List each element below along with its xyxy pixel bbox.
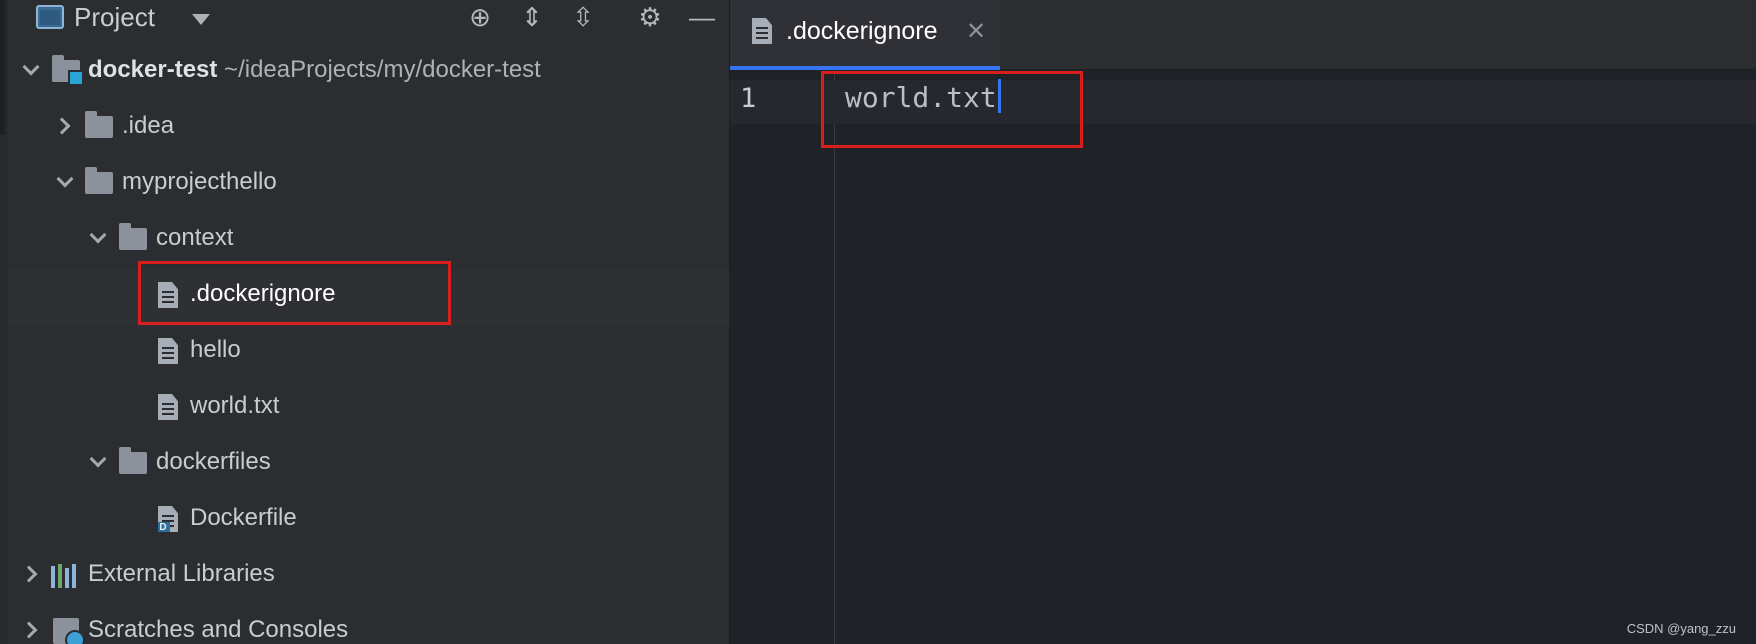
chevron-down-icon[interactable] [89, 450, 107, 468]
tree-label-world-txt: world.txt [190, 392, 280, 419]
tree-label-context: context [156, 224, 234, 251]
expand-all-icon[interactable]: ⇕ [517, 2, 547, 32]
tab-dockerignore[interactable]: .dockerignore ✕ [730, 0, 1000, 70]
folder-icon [119, 223, 147, 250]
tree-label-scratches: Scratches and Consoles [88, 616, 349, 643]
project-panel-title[interactable]: Project [74, 2, 155, 33]
annotation-box-editor [821, 71, 1083, 148]
module-folder-icon [52, 55, 84, 86]
chevron-down-icon[interactable] [56, 170, 74, 188]
hide-panel-icon[interactable]: — [687, 2, 717, 32]
folder-icon [85, 111, 113, 138]
tree-item-dockerfiles[interactable]: dockerfiles [8, 438, 729, 494]
tree-label-dockerfile: Dockerfile [190, 504, 297, 531]
tree-label-idea: .idea [122, 112, 175, 139]
chevron-down-icon[interactable] [22, 58, 40, 76]
tool-strip-marker [0, 0, 5, 135]
tree-item-docker-test[interactable]: docker-test ~/ideaProjects/my/docker-tes… [8, 46, 729, 102]
tree-item-external-libraries[interactable]: External Libraries [8, 550, 729, 606]
folder-icon [119, 447, 147, 474]
collapse-all-icon[interactable]: ⇳ [568, 2, 598, 32]
libraries-icon [51, 564, 79, 588]
project-tool-window: Project ⊕ ⇕ ⇳ ⚙ — docker-test ~/ideaProj… [8, 0, 729, 644]
dropdown-caret-icon[interactable] [192, 14, 210, 25]
settings-gear-icon[interactable]: ⚙ [635, 2, 665, 32]
editor-pane: .dockerignore ✕ 1 world.txt CSDN @yang_z… [730, 0, 1756, 644]
watermark: CSDN @yang_zzu [1626, 621, 1736, 636]
tree-item-hello[interactable]: hello [8, 326, 729, 382]
project-view-icon[interactable] [36, 5, 64, 29]
line-number: 1 [740, 83, 757, 114]
folder-icon [85, 167, 113, 194]
tree-item-idea[interactable]: .idea [8, 102, 729, 158]
tree-label-hello: hello [190, 336, 241, 363]
tree-root-path: ~/ideaProjects/my/docker-test [224, 56, 541, 83]
locate-icon[interactable]: ⊕ [465, 2, 495, 32]
editor-tab-bar: .dockerignore ✕ [730, 0, 1756, 70]
dockerfile-icon [158, 506, 178, 532]
tree-label-root: docker-test ~/ideaProjects/my/docker-tes… [88, 56, 541, 83]
close-icon[interactable]: ✕ [966, 17, 986, 46]
text-file-icon [158, 394, 178, 420]
chevron-right-icon[interactable] [20, 621, 38, 639]
editor-gutter [730, 70, 835, 644]
annotation-box-tree [138, 261, 451, 325]
chevron-right-icon[interactable] [53, 117, 71, 135]
tree-item-dockerfile[interactable]: Dockerfile [8, 494, 729, 550]
chevron-down-icon[interactable] [89, 226, 107, 244]
text-file-icon [752, 18, 772, 44]
text-file-icon [158, 338, 178, 364]
chevron-right-icon[interactable] [20, 565, 38, 583]
tab-label: .dockerignore [786, 17, 938, 45]
tree-label-external-libraries: External Libraries [88, 560, 275, 587]
tree-label-dockerfiles: dockerfiles [156, 448, 271, 475]
project-panel-header: Project ⊕ ⇕ ⇳ ⚙ — [8, 0, 729, 36]
tree-label-myprojecthello: myprojecthello [122, 168, 277, 195]
tree-item-scratches[interactable]: Scratches and Consoles [8, 606, 729, 644]
left-tool-strip [0, 0, 8, 644]
tree-item-myprojecthello[interactable]: myprojecthello [8, 158, 729, 214]
scratches-icon [53, 618, 85, 644]
tree-item-world-txt[interactable]: world.txt [8, 382, 729, 438]
